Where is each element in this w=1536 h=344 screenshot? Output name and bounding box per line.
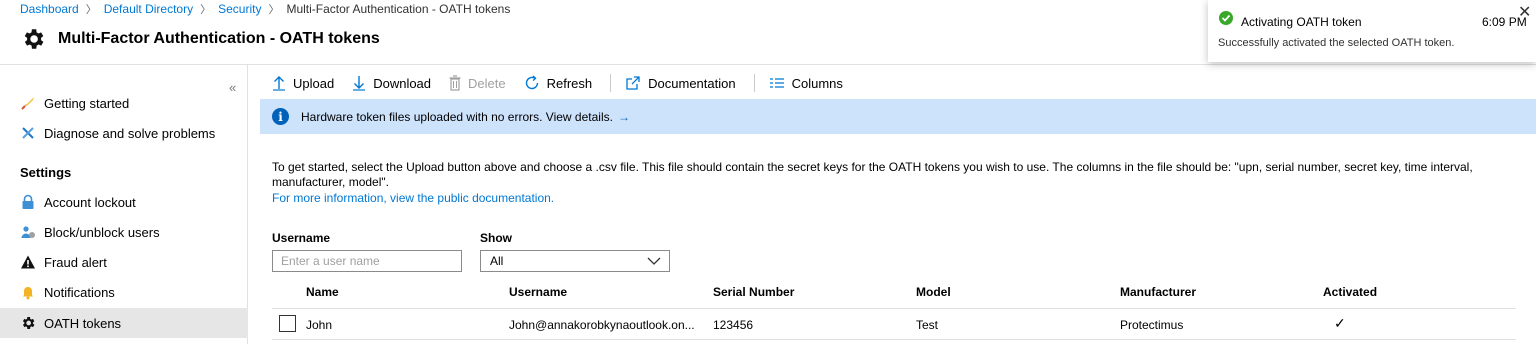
lock-icon [20, 194, 36, 210]
upload-label: Upload [293, 75, 335, 91]
users-icon [20, 224, 36, 240]
cell-model: Test [916, 318, 939, 332]
chevron-right-icon: 〉 [85, 4, 97, 16]
gear-icon [20, 315, 36, 331]
sidebar-item-label: Account lockout [44, 194, 136, 210]
cell-manufacturer: Protectimus [1120, 318, 1184, 332]
columns-button[interactable]: Columns [769, 76, 843, 91]
instructions-text: To get started, select the Upload button… [272, 160, 1473, 189]
column-header-activated[interactable]: Activated [1323, 285, 1377, 299]
breadcrumb-dashboard[interactable]: Dashboard [20, 2, 79, 16]
arrow-right-icon: → [617, 109, 630, 124]
username-search-input[interactable] [272, 250, 462, 272]
cell-name: John [306, 318, 333, 332]
gear-icon [24, 29, 44, 49]
refresh-label: Refresh [546, 75, 593, 91]
table-header-divider [272, 308, 1516, 309]
sidebar-item-label: Getting started [44, 95, 130, 111]
toast-title: Activating OATH token [1241, 15, 1362, 29]
column-header-serial-number[interactable]: Serial Number [713, 285, 794, 299]
refresh-icon [525, 75, 538, 90]
sidebar-item-block-unblock-users[interactable]: Block/unblock users [0, 217, 248, 247]
sidebar-item-getting-started[interactable]: Getting started [0, 88, 248, 118]
sidebar-item-label: Notifications [44, 284, 115, 300]
toast-message: Successfully activated the selected OATH… [1218, 37, 1455, 49]
sidebar-item-label: Diagnose and solve problems [44, 125, 216, 141]
toolbar: Upload Download Delete Refresh Documenta… [272, 70, 861, 96]
banner-message: Hardware token files uploaded with no er… [301, 109, 613, 124]
columns-label: Columns [791, 75, 843, 91]
chevron-right-icon: 〉 [200, 4, 212, 16]
sidebar-item-fraud-alert[interactable]: Fraud alert [0, 247, 248, 277]
username-filter-label: Username [272, 231, 331, 245]
trash-icon [449, 75, 461, 91]
close-icon[interactable]: ✕ [1518, 2, 1531, 22]
checkmark-icon: ✓ [1334, 315, 1346, 331]
delete-label: Delete [468, 75, 506, 91]
columns-icon [769, 78, 784, 88]
documentation-button[interactable]: Documentation [625, 75, 736, 91]
sidebar-section-heading: Settings [20, 165, 72, 180]
external-link-icon [626, 76, 640, 90]
bell-icon [20, 284, 36, 300]
page-title: Multi-Factor Authentication - OATH token… [58, 30, 380, 47]
show-filter-label: Show [480, 231, 512, 245]
breadcrumb-current: Multi-Factor Authentication - OATH token… [286, 2, 511, 16]
cell-serial-number: 123456 [713, 318, 754, 332]
row-checkbox[interactable] [279, 315, 296, 332]
info-banner[interactable]: i Hardware token files uploaded with no … [260, 99, 1536, 134]
public-documentation-link[interactable]: For more information, view the public do… [272, 191, 554, 205]
info-icon: i [272, 108, 289, 125]
chevron-down-icon [647, 257, 661, 265]
download-icon [353, 76, 366, 91]
column-header-model[interactable]: Model [916, 285, 951, 299]
cell-username: John@annakorobkynaoutlook.on... [509, 318, 695, 332]
upload-button[interactable]: Upload [272, 75, 334, 91]
sidebar: « Getting started Diagnose and solve pro… [0, 65, 248, 344]
column-header-name[interactable]: Name [306, 285, 339, 299]
warning-icon [20, 254, 36, 270]
toolbar-divider [610, 74, 612, 92]
table-row-divider [272, 339, 1516, 340]
download-label: Download [373, 75, 432, 91]
upload-icon [273, 76, 285, 91]
show-dropdown-value: All [490, 254, 504, 268]
refresh-button[interactable]: Refresh [524, 75, 593, 91]
tools-icon [20, 125, 36, 141]
page-header: Multi-Factor Authentication - OATH token… [20, 26, 380, 52]
sidebar-item-label: Block/unblock users [44, 224, 160, 240]
sidebar-item-label: OATH tokens [44, 315, 122, 331]
notification-toast[interactable]: Activating OATH token 6:09 PM ✕ Successf… [1208, 0, 1536, 62]
sidebar-item-label: Fraud alert [44, 254, 107, 270]
sidebar-item-notifications[interactable]: Notifications [0, 277, 248, 307]
documentation-label: Documentation [648, 75, 736, 91]
sidebar-item-account-lockout[interactable]: Account lockout [0, 187, 248, 217]
breadcrumb: Dashboard 〉 Default Directory 〉 Security… [20, 1, 510, 17]
rocket-icon [20, 95, 36, 111]
success-check-icon [1219, 11, 1233, 25]
show-dropdown[interactable]: All [480, 250, 670, 272]
download-button[interactable]: Download [352, 75, 431, 91]
delete-button[interactable]: Delete [449, 75, 506, 91]
toolbar-divider [753, 74, 755, 92]
breadcrumb-default-directory[interactable]: Default Directory [104, 2, 193, 16]
sidebar-item-oath-tokens[interactable]: OATH tokens [0, 308, 248, 338]
chevron-right-icon: 〉 [268, 4, 280, 16]
breadcrumb-security[interactable]: Security [218, 2, 261, 16]
column-header-username[interactable]: Username [509, 285, 567, 299]
sidebar-item-diagnose[interactable]: Diagnose and solve problems [0, 118, 248, 148]
column-header-manufacturer[interactable]: Manufacturer [1120, 285, 1196, 299]
